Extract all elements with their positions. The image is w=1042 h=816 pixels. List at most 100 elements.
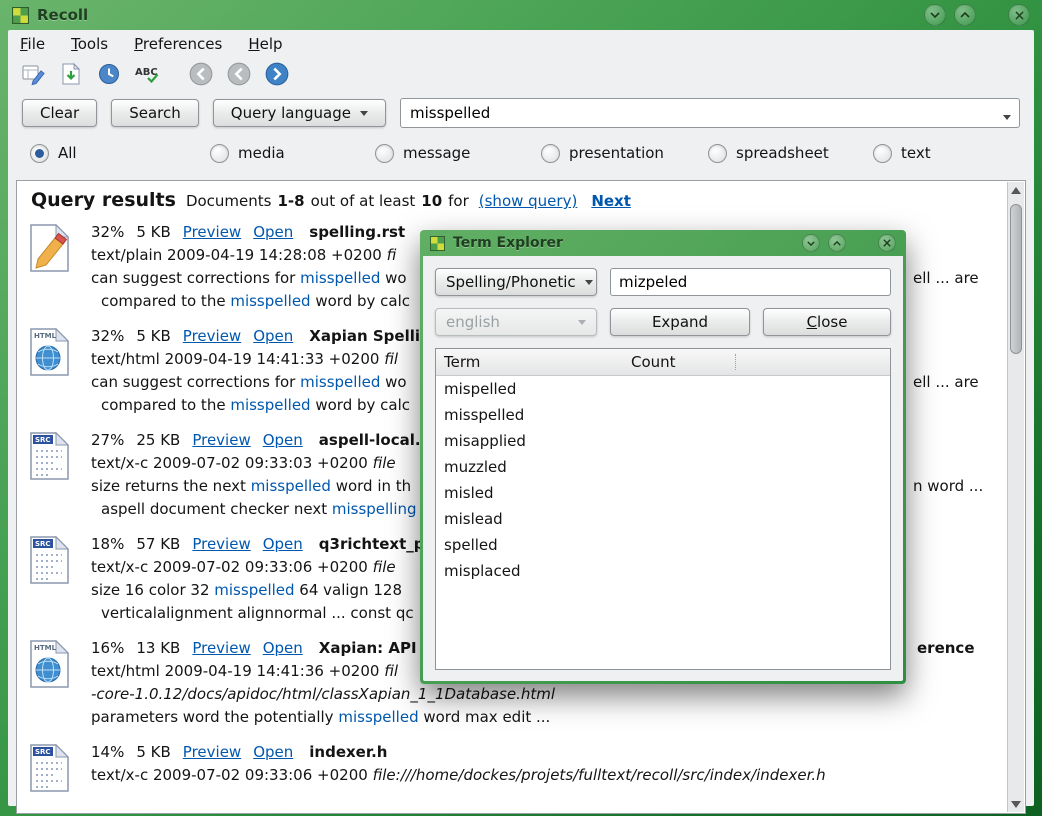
history-button[interactable] [94, 59, 124, 89]
preview-link[interactable]: Preview [183, 325, 241, 348]
history-clock-icon [97, 62, 121, 86]
first-page-button[interactable] [186, 59, 216, 89]
dialog-close-button[interactable] [878, 234, 896, 252]
next-page-button[interactable] [262, 59, 292, 89]
preview-link[interactable]: Preview [192, 533, 250, 556]
result-title: aspell-local.h [319, 429, 431, 452]
result-icon [27, 221, 79, 313]
language-label: english [446, 313, 500, 331]
term-row[interactable]: misplaced [436, 558, 890, 584]
open-link[interactable]: Open [263, 429, 303, 452]
search-button[interactable]: Search [111, 99, 199, 127]
term-table: Term Count mispelled misspelled misapplied… [435, 348, 891, 670]
expand-button[interactable]: Expand [610, 308, 750, 336]
recoll-logo-icon [430, 236, 445, 251]
search-combobox[interactable] [400, 98, 1020, 128]
filter-media[interactable]: media [210, 144, 375, 163]
filter-all[interactable]: All [30, 144, 210, 163]
term-explorer-button[interactable]: ABC [132, 59, 162, 89]
term-cell: misspelled [444, 406, 524, 424]
text-segment: wo [380, 373, 406, 391]
scrollbar-thumb[interactable] [1010, 204, 1022, 354]
term-table-header: Term Count [436, 349, 890, 376]
dialog-title-bar[interactable]: Term Explorer [423, 230, 903, 256]
preview-link[interactable]: Preview [183, 221, 241, 244]
dialog-shade-button[interactable] [802, 234, 820, 252]
clear-search-button[interactable] [18, 59, 48, 89]
dialog-body: Spelling/Phonetic english Expand Close T… [423, 256, 903, 681]
window-maximize-button[interactable] [954, 4, 976, 26]
show-query-link[interactable]: (show query) [479, 192, 578, 210]
menu-item-help[interactable]: Help [248, 35, 282, 53]
open-link[interactable]: Open [253, 741, 293, 764]
chevron-down-icon[interactable] [1003, 115, 1011, 124]
text-segment: can suggest corrections for [91, 373, 300, 391]
menu-item-file[interactable]: File [20, 35, 45, 53]
term-row[interactable]: mispelled [436, 376, 890, 402]
open-link[interactable]: Open [253, 221, 293, 244]
recoll-window: Recoll File Tools Preferences Help [0, 0, 1042, 816]
results-scrollbar[interactable] [1007, 182, 1024, 812]
term-explorer-abc-icon: ABC [134, 62, 160, 86]
docs-total: 10 [421, 192, 442, 210]
result-text: 14%5 KBPreviewOpenindexer.htext/x-c 2009… [91, 741, 1015, 797]
result-rank: 18% [91, 533, 124, 556]
text-segment: text/html 2009-04-19 14:41:36 +0200 [91, 662, 384, 680]
chevron-down-icon [578, 320, 586, 329]
term-mode-dropdown[interactable]: Spelling/Phonetic [435, 268, 597, 296]
count-column-header[interactable]: Count [631, 353, 676, 371]
filter-message[interactable]: message [375, 144, 541, 163]
next-page-link[interactable]: Next [591, 192, 631, 210]
preview-link[interactable]: Preview [183, 741, 241, 764]
menu-item-preferences[interactable]: Preferences [134, 35, 222, 53]
term-cell: misapplied [444, 432, 526, 450]
filter-label: spreadsheet [736, 144, 829, 162]
term-row[interactable]: misapplied [436, 428, 890, 454]
term-row[interactable]: spelled [436, 532, 890, 558]
close-button[interactable]: Close [763, 308, 891, 336]
scroll-up-button[interactable] [1008, 182, 1024, 198]
result-title: spelling.rst [309, 221, 405, 244]
preview-link[interactable]: Preview [192, 637, 250, 660]
filter-spreadsheet[interactable]: spreadsheet [708, 144, 873, 163]
dialog-maximize-button[interactable] [828, 234, 846, 252]
menu-item-tools[interactable]: Tools [71, 35, 108, 53]
column-resize-handle[interactable] [735, 354, 736, 370]
clear-button[interactable]: Clear [22, 99, 97, 127]
results-count-text: Documents 1-8 out of at least 10 for [186, 192, 469, 210]
text-segment: fil [384, 350, 398, 368]
filter-row: Allmediamessage presentation spreadsheet te… [8, 134, 1034, 172]
filter-text[interactable]: text [873, 144, 1034, 163]
term-row[interactable]: muzzled [436, 454, 890, 480]
close-icon [1015, 11, 1024, 20]
update-index-button[interactable] [56, 59, 86, 89]
preview-link[interactable]: Preview [192, 429, 250, 452]
title-bar[interactable]: Recoll [0, 0, 1042, 30]
term-cell: misled [444, 484, 494, 502]
search-input[interactable] [400, 98, 1020, 128]
window-controls [924, 4, 1030, 26]
window-shade-button[interactable] [924, 4, 946, 26]
snippet-fragment: n word ... [913, 475, 983, 498]
open-link[interactable]: Open [253, 325, 293, 348]
result-rank: 16% [91, 637, 124, 660]
open-link[interactable]: Open [263, 637, 303, 660]
filter-label: presentation [569, 144, 664, 162]
term-row[interactable]: misspelled [436, 402, 890, 428]
term-input[interactable] [610, 268, 891, 296]
query-language-dropdown[interactable]: Query language [213, 99, 386, 127]
window-title: Recoll [37, 6, 88, 24]
previous-page-button[interactable] [224, 59, 254, 89]
term-row[interactable]: misled [436, 480, 890, 506]
text-segment: parameters word the potentially [91, 708, 338, 726]
filter-presentation[interactable]: presentation [541, 144, 708, 163]
term-row[interactable]: mislead [436, 506, 890, 532]
result-size: 57 KB [136, 533, 180, 556]
open-link[interactable]: Open [263, 533, 303, 556]
docs-word: Documents [186, 192, 272, 210]
window-close-button[interactable] [1008, 4, 1030, 26]
scroll-down-button[interactable] [1008, 796, 1024, 812]
term-explorer-dialog: Term Explorer Spelling/Phonetic [420, 230, 906, 684]
term-column-header[interactable]: Term [436, 353, 631, 371]
term-cell: misplaced [444, 562, 520, 580]
